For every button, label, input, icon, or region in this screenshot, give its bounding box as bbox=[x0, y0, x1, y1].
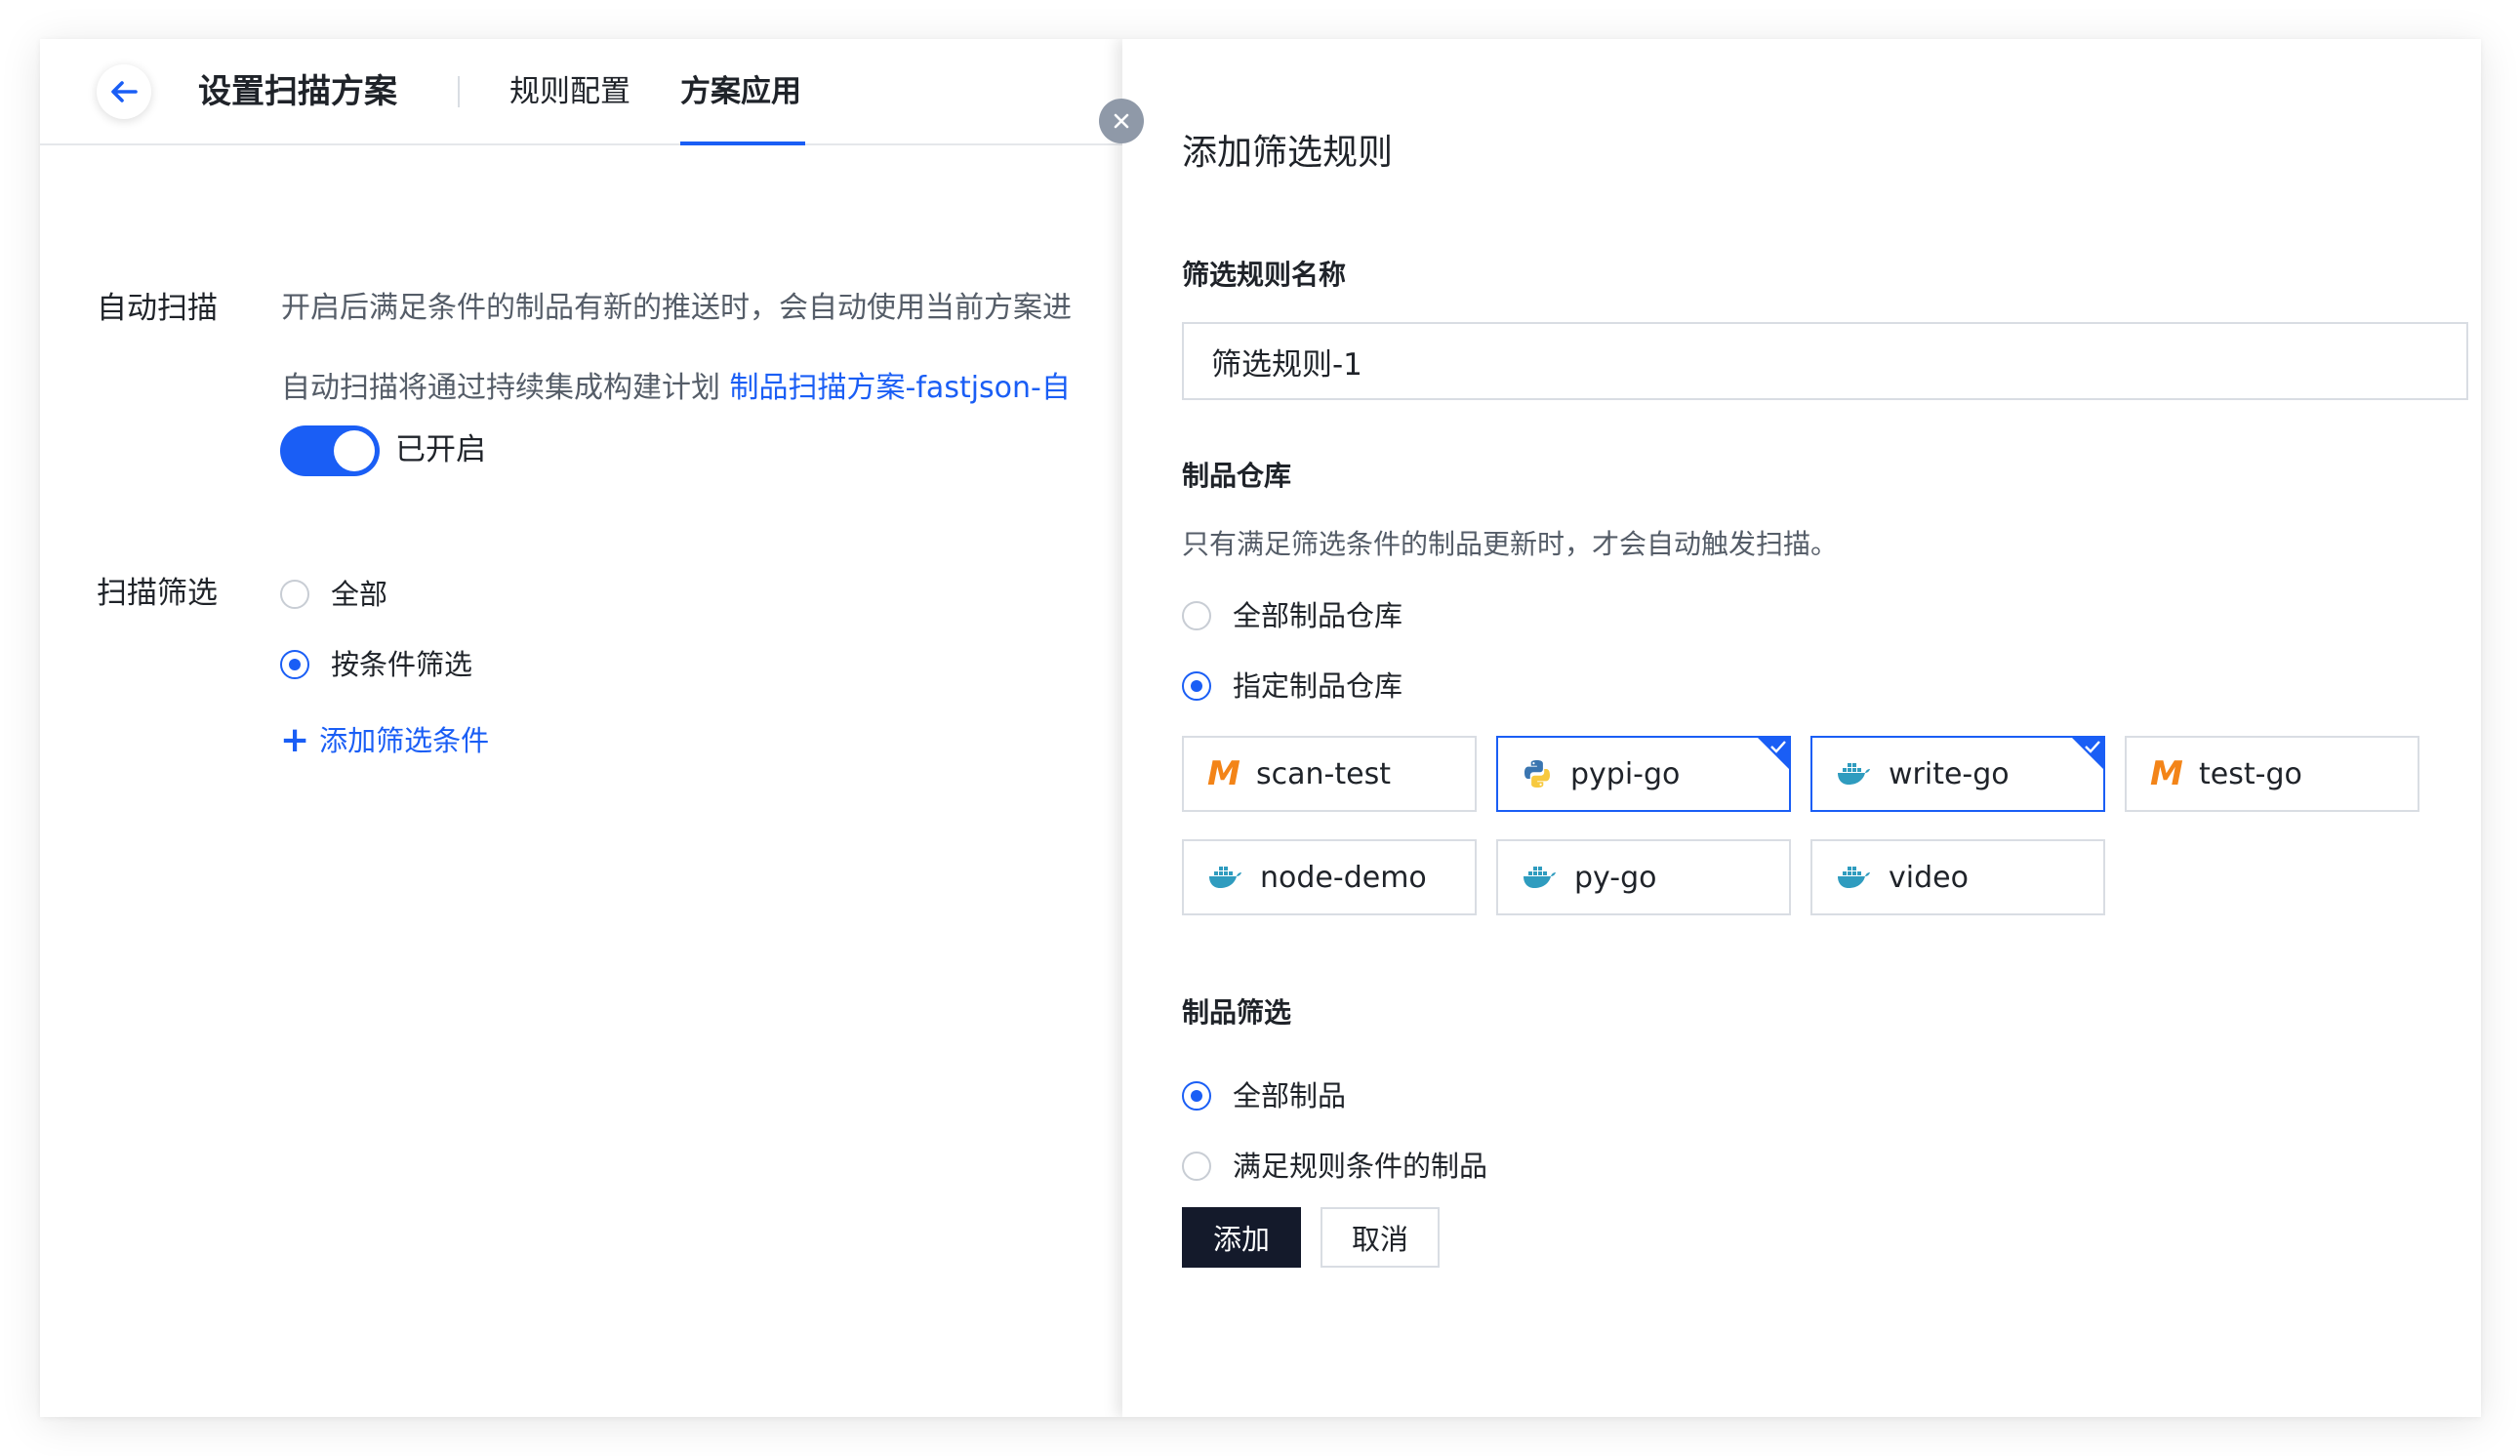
specified-repos-label[interactable]: 指定制品仓库 bbox=[1233, 667, 1402, 706]
artifact-filter-label: 制品筛选 bbox=[1182, 996, 1292, 1029]
auto-scan-plan-description: 自动扫描将通过持续集成构建计划 制品扫描方案-fastjson-自 bbox=[281, 367, 1071, 410]
repo-card-test-go[interactable]: M test-go bbox=[2125, 736, 2419, 812]
rule-matched-artifacts-label[interactable]: 满足规则条件的制品 bbox=[1233, 1147, 1487, 1186]
check-icon bbox=[2085, 741, 2100, 753]
active-tab-indicator bbox=[680, 142, 805, 145]
add-button[interactable]: 添加 bbox=[1182, 1207, 1301, 1268]
repo-card-scan-test[interactable]: M scan-test bbox=[1182, 736, 1477, 812]
docker-icon bbox=[1209, 867, 1241, 888]
filter-by-condition-label[interactable]: 按条件筛选 bbox=[331, 645, 472, 684]
add-filter-rule-drawer: 添加筛选规则 筛选规则名称 制品仓库 只有满足筛选条件的制品更新时，才会自动触发… bbox=[1122, 39, 2481, 1417]
header-divider bbox=[458, 76, 460, 107]
docker-icon bbox=[1838, 763, 1870, 785]
page-title: 设置扫描方案 bbox=[198, 72, 397, 111]
auto-scan-toggle[interactable] bbox=[280, 425, 380, 476]
filter-all-label[interactable]: 全部 bbox=[331, 575, 387, 614]
all-artifacts-radio[interactable] bbox=[1182, 1081, 1211, 1111]
repo-name: video bbox=[1889, 860, 1969, 895]
repo-label: 制品仓库 bbox=[1182, 460, 1292, 492]
all-artifacts-label[interactable]: 全部制品 bbox=[1233, 1076, 1346, 1115]
docker-icon bbox=[1838, 867, 1870, 888]
repo-name: scan-test bbox=[1256, 756, 1391, 791]
app-window: 设置扫描方案 规则配置 方案应用 自动扫描 开启后满足条件的制品有新的推送时，会… bbox=[40, 39, 2481, 1417]
arrow-left-icon bbox=[111, 81, 138, 102]
close-drawer-button[interactable] bbox=[1099, 99, 1144, 143]
repo-name: py-go bbox=[1574, 860, 1657, 895]
all-repos-label[interactable]: 全部制品仓库 bbox=[1233, 596, 1402, 635]
maven-icon: M bbox=[1207, 754, 1240, 793]
auto-scan-plan-prefix: 自动扫描将通过持续集成构建计划 bbox=[281, 371, 730, 405]
repo-card-video[interactable]: video bbox=[1810, 839, 2105, 915]
cancel-button[interactable]: 取消 bbox=[1321, 1207, 1440, 1268]
auto-scan-label: 自动扫描 bbox=[97, 291, 218, 326]
auto-scan-description: 开启后满足条件的制品有新的推送时，会自动使用当前方案进 bbox=[281, 291, 1072, 325]
check-icon bbox=[1770, 741, 1786, 753]
tab-plan-apply[interactable]: 方案应用 bbox=[680, 68, 801, 115]
page-header: 设置扫描方案 规则配置 方案应用 bbox=[40, 39, 1123, 145]
drawer-title: 添加筛选规则 bbox=[1182, 133, 1394, 173]
repo-help-text: 只有满足筛选条件的制品更新时，才会自动触发扫描。 bbox=[1182, 528, 1839, 560]
toggle-knob bbox=[334, 430, 375, 471]
repo-name: write-go bbox=[1889, 756, 2010, 791]
add-filter-condition-link[interactable]: + 添加筛选条件 bbox=[280, 719, 489, 762]
repo-card-pypi-go[interactable]: pypi-go bbox=[1496, 736, 1791, 812]
rule-matched-artifacts-radio[interactable] bbox=[1182, 1152, 1211, 1181]
close-icon bbox=[1114, 113, 1129, 129]
docker-icon bbox=[1524, 867, 1556, 888]
maven-icon: M bbox=[2150, 754, 2183, 793]
plus-icon: + bbox=[280, 720, 310, 760]
specified-repos-radio[interactable] bbox=[1182, 671, 1211, 701]
repo-card-node-demo[interactable]: node-demo bbox=[1182, 839, 1477, 915]
scan-filter-label: 扫描筛选 bbox=[97, 576, 218, 611]
filter-all-radio[interactable] bbox=[280, 580, 309, 609]
repo-card-write-go[interactable]: write-go bbox=[1810, 736, 2105, 812]
all-repos-radio[interactable] bbox=[1182, 601, 1211, 630]
back-button[interactable] bbox=[97, 64, 151, 119]
rule-name-label: 筛选规则名称 bbox=[1182, 259, 1347, 291]
repo-card-py-go[interactable]: py-go bbox=[1496, 839, 1791, 915]
add-filter-condition-text: 添加筛选条件 bbox=[319, 724, 490, 757]
tab-rule-config[interactable]: 规则配置 bbox=[509, 68, 630, 115]
repo-name: node-demo bbox=[1260, 860, 1427, 895]
build-plan-link[interactable]: 制品扫描方案-fastjson-自 bbox=[730, 371, 1071, 405]
repo-name: test-go bbox=[2199, 756, 2302, 791]
rule-name-input[interactable] bbox=[1182, 322, 2468, 400]
filter-by-condition-radio[interactable] bbox=[280, 650, 309, 679]
python-icon bbox=[1524, 760, 1550, 788]
scan-plan-page: 设置扫描方案 规则配置 方案应用 自动扫描 开启后满足条件的制品有新的推送时，会… bbox=[40, 39, 1123, 1417]
repo-name: pypi-go bbox=[1570, 756, 1681, 791]
toggle-status-text: 已开启 bbox=[395, 432, 486, 467]
